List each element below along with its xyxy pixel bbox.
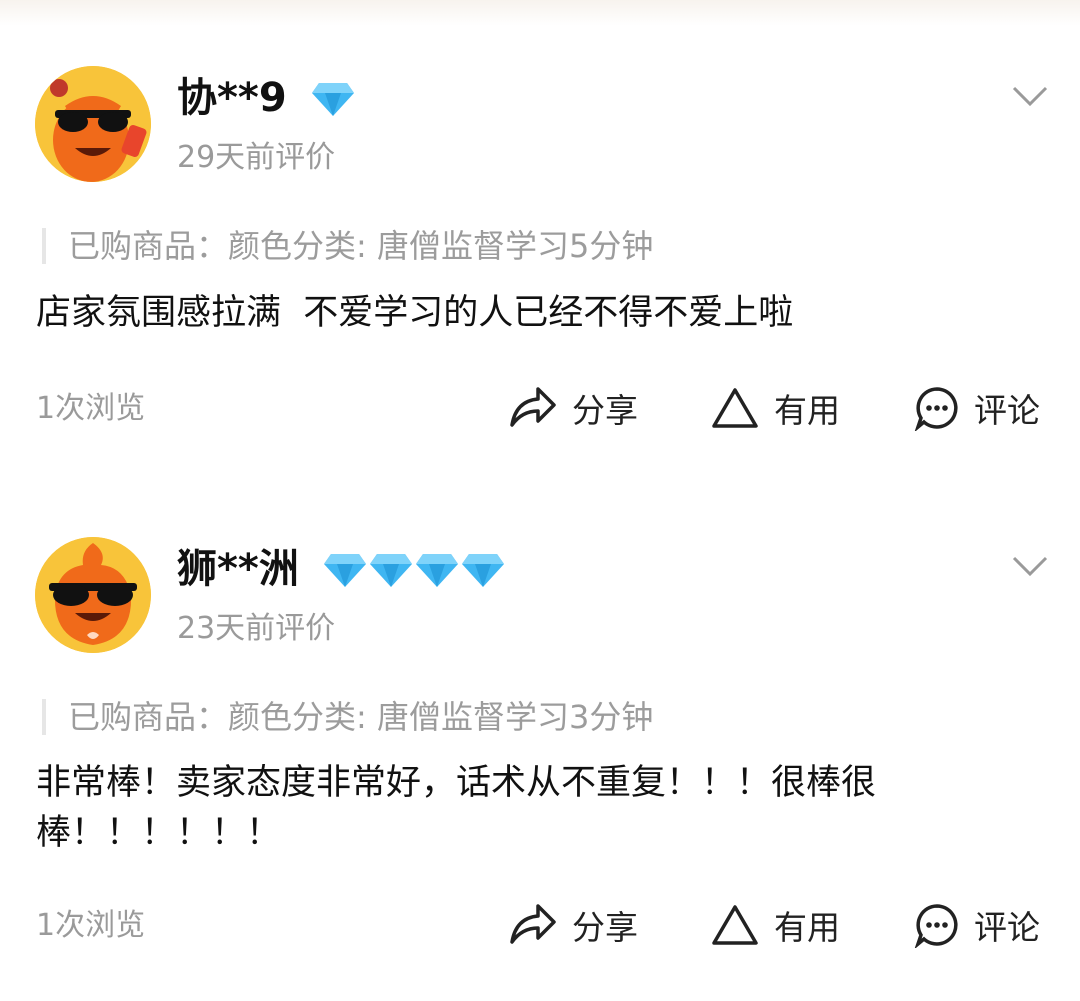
useful-button[interactable]: 有用 <box>710 384 840 432</box>
share-button[interactable]: 分享 <box>508 384 638 432</box>
chevron-down-icon[interactable] <box>1010 84 1050 108</box>
comment-button[interactable]: 评论 <box>914 901 1040 949</box>
diamond-badges <box>311 81 355 117</box>
username[interactable]: 协**9 <box>177 73 355 123</box>
diamond-icon <box>415 554 458 587</box>
triangle-icon <box>712 905 758 945</box>
review-time: 23天前评价 <box>177 611 336 646</box>
review-content: 非常棒！卖家态度非常好，话术从不重复！！！很棒很棒！！！！！！ <box>36 763 877 853</box>
comment-label: 评论 <box>974 908 1040 947</box>
purchased-product: 已购商品：颜色分类: 唐僧监督学习3分钟 <box>42 699 653 735</box>
share-icon <box>510 387 556 427</box>
comment-icon <box>914 904 958 948</box>
useful-button[interactable]: 有用 <box>710 901 840 949</box>
username-text: 协**9 <box>177 75 287 121</box>
review-time: 29天前评价 <box>177 140 336 175</box>
username[interactable]: 狮**洲 <box>177 544 505 594</box>
purchased-product: 已购商品：颜色分类: 唐僧监督学习5分钟 <box>42 228 653 264</box>
comment-label: 评论 <box>974 391 1040 430</box>
useful-label: 有用 <box>774 908 840 947</box>
avatar[interactable] <box>35 66 151 182</box>
avatar[interactable] <box>35 537 151 653</box>
diamond-icon <box>369 554 412 587</box>
review-content: 店家氛围感拉满 不爱学习的人已经不得不爱上啦 <box>36 293 794 333</box>
username-text: 狮**洲 <box>177 546 299 592</box>
share-button[interactable]: 分享 <box>508 901 638 949</box>
share-icon <box>510 904 556 944</box>
diamond-icon <box>323 554 366 587</box>
view-count: 1次浏览 <box>36 391 146 426</box>
comment-icon <box>914 387 958 431</box>
triangle-icon <box>712 388 758 428</box>
share-label: 分享 <box>572 391 638 430</box>
diamond-icon <box>311 83 354 116</box>
useful-label: 有用 <box>774 391 840 430</box>
top-fade <box>0 0 1080 26</box>
share-label: 分享 <box>572 908 638 947</box>
chevron-down-icon[interactable] <box>1010 554 1050 578</box>
comment-button[interactable]: 评论 <box>914 384 1040 432</box>
view-count: 1次浏览 <box>36 908 146 943</box>
diamond-badges <box>323 552 505 588</box>
diamond-icon <box>461 554 504 587</box>
